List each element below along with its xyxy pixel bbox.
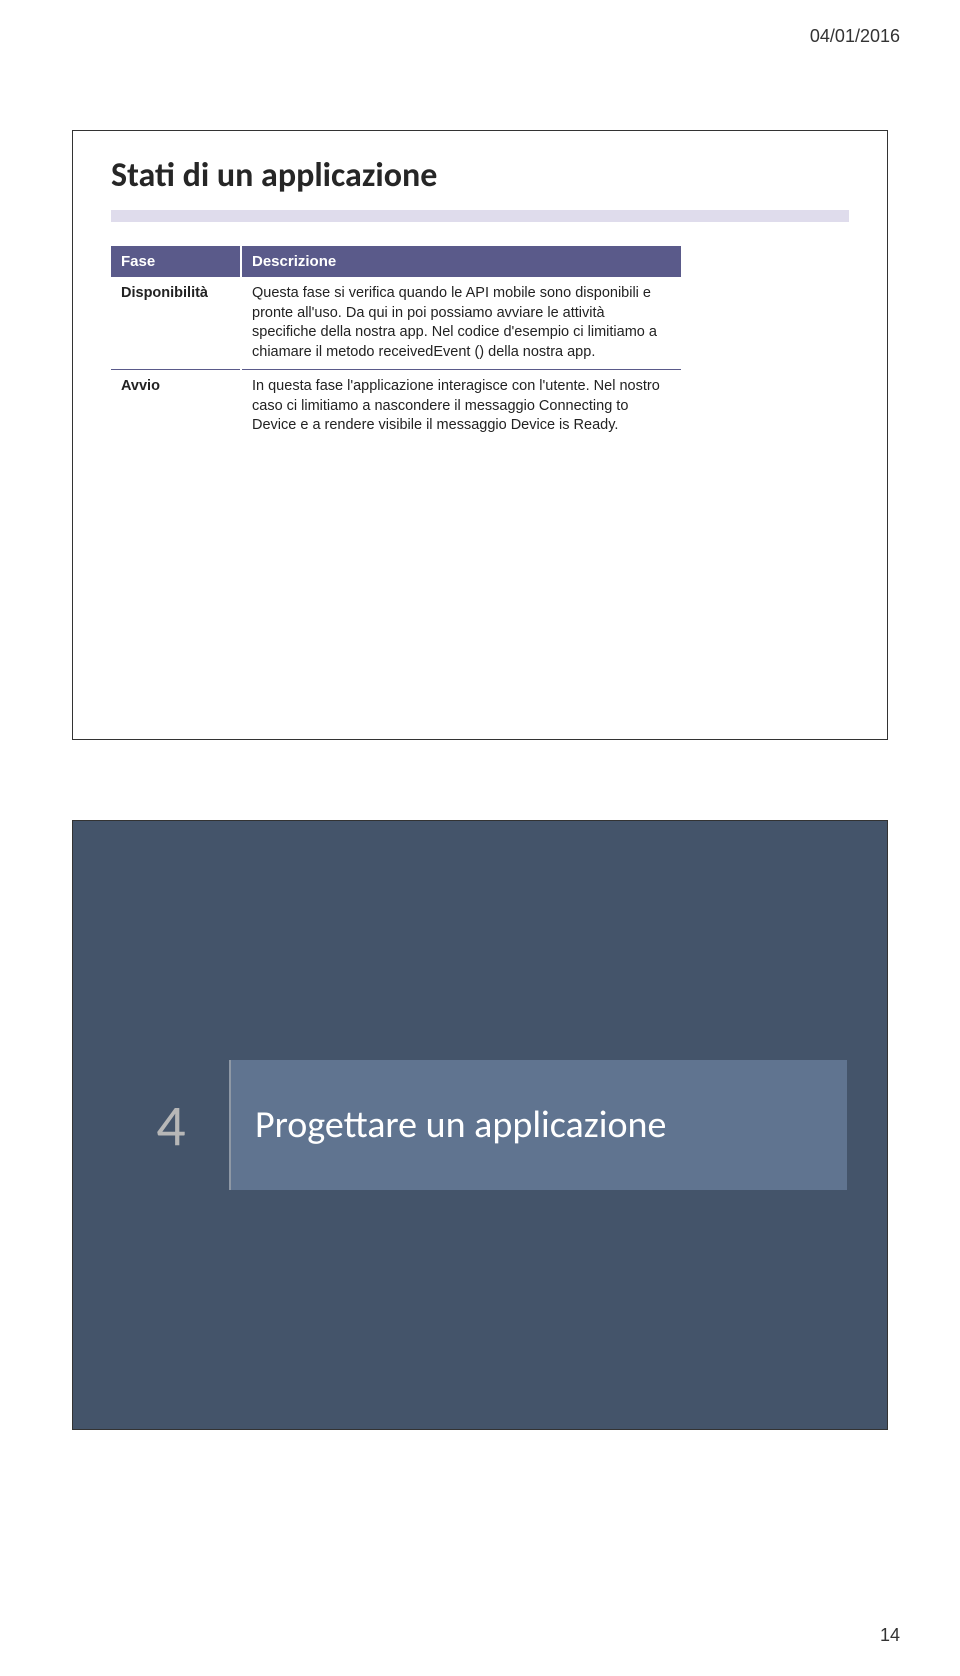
section-number-box: 4 — [113, 1060, 231, 1190]
slide-title: Stati di un applicazione — [111, 155, 849, 196]
table-header-phase: Fase — [111, 246, 241, 277]
table-row: Disponibilità Questa fase si verifica qu… — [111, 277, 681, 370]
page-number: 14 — [880, 1625, 900, 1646]
phase-cell: Disponibilità — [111, 277, 241, 370]
section-title-box: Progettare un applicazione — [231, 1060, 847, 1190]
section-title: Progettare un applicazione — [255, 1102, 666, 1148]
date-header: 04/01/2016 — [810, 26, 900, 47]
desc-cell: Questa fase si verifica quando le API mo… — [241, 277, 681, 370]
title-underline — [111, 210, 849, 222]
section-row: 4 Progettare un applicazione — [113, 1060, 847, 1190]
states-table: Fase Descrizione Disponibilità Questa fa… — [111, 246, 681, 443]
slide-states: Stati di un applicazione Fase Descrizion… — [72, 130, 888, 740]
section-number: 4 — [156, 1090, 185, 1161]
table-header-desc: Descrizione — [241, 246, 681, 277]
phase-cell: Avvio — [111, 370, 241, 443]
table-row: Avvio In questa fase l'applicazione inte… — [111, 370, 681, 443]
desc-cell: In questa fase l'applicazione interagisc… — [241, 370, 681, 443]
slide-section: 4 Progettare un applicazione — [72, 820, 888, 1430]
